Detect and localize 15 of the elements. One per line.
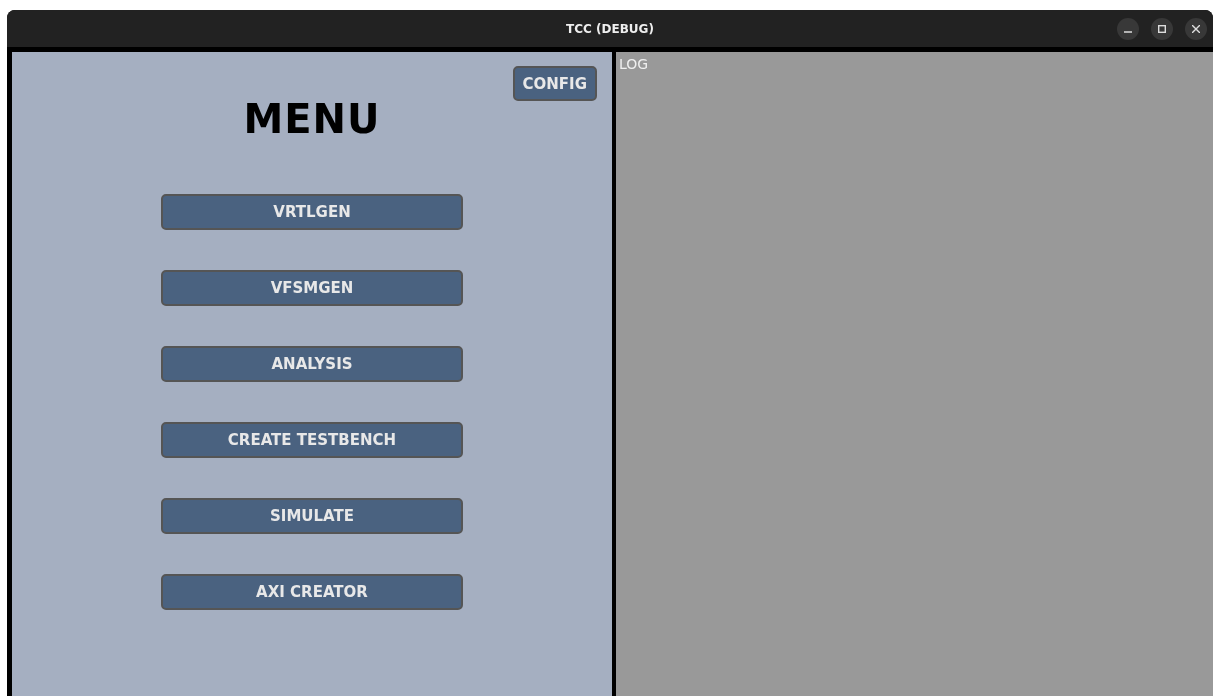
maximize-button[interactable]	[1151, 18, 1173, 40]
menu-button[interactable]: ANALYSIS	[161, 346, 463, 382]
minimize-button[interactable]	[1117, 18, 1139, 40]
close-button[interactable]	[1185, 18, 1207, 40]
maximize-icon	[1158, 25, 1166, 33]
menu-button[interactable]: SIMULATE	[161, 498, 463, 534]
config-button[interactable]: CONFIG	[512, 66, 597, 101]
menu-title: MENU	[243, 96, 381, 142]
menu-button[interactable]: AXI CREATOR	[161, 574, 463, 610]
menu-button[interactable]: VRTLGEN	[161, 194, 463, 230]
window-title: TCC (DEBUG)	[566, 21, 654, 36]
menu-button[interactable]: CREATE TESTBENCH	[161, 422, 463, 458]
log-title: LOG	[619, 56, 649, 72]
menu-button[interactable]: VFSMGEN	[161, 270, 463, 306]
close-icon	[1192, 25, 1200, 33]
